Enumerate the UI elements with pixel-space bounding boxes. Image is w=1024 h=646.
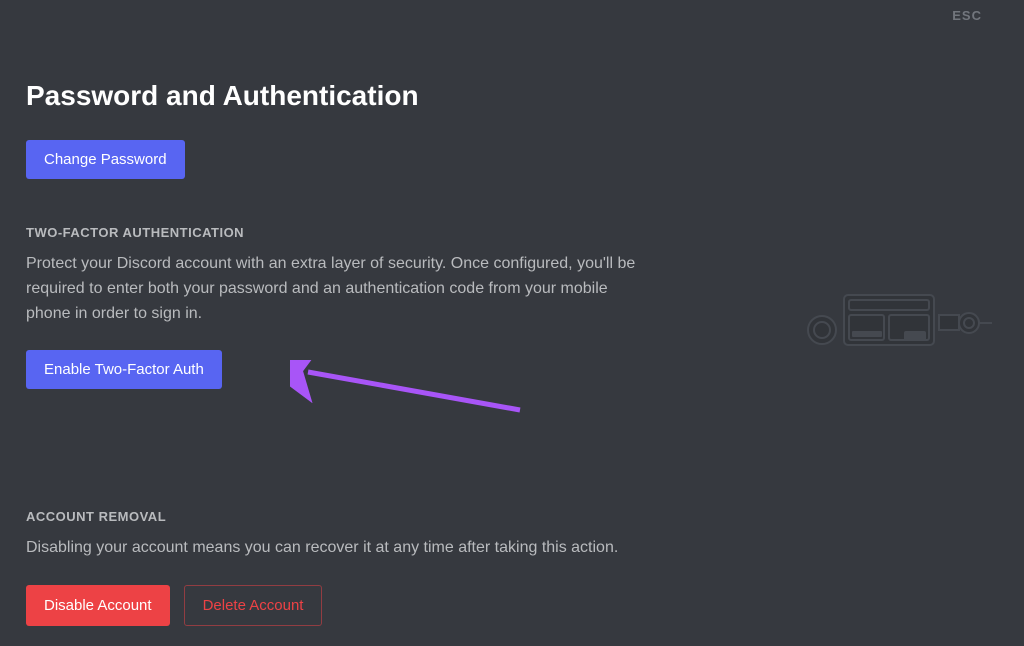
disable-account-button[interactable]: Disable Account [26, 585, 170, 626]
page-title: Password and Authentication [26, 80, 998, 112]
settings-panel: ESC Password and Authentication Change P… [0, 0, 1024, 646]
esc-close-label[interactable]: ESC [952, 8, 982, 23]
lock-illustration [774, 275, 1004, 355]
annotation-arrow [290, 360, 530, 420]
delete-account-button[interactable]: Delete Account [184, 585, 323, 626]
account-removal-section-label: ACCOUNT REMOVAL [26, 509, 998, 524]
two-factor-description: Protect your Discord account with an ext… [26, 252, 656, 326]
enable-two-factor-button[interactable]: Enable Two-Factor Auth [26, 350, 222, 389]
two-factor-section-label: TWO-FACTOR AUTHENTICATION [26, 225, 998, 240]
change-password-button[interactable]: Change Password [26, 140, 185, 179]
account-removal-button-row: Disable Account Delete Account [26, 585, 998, 626]
account-removal-description: Disabling your account means you can rec… [26, 536, 656, 561]
